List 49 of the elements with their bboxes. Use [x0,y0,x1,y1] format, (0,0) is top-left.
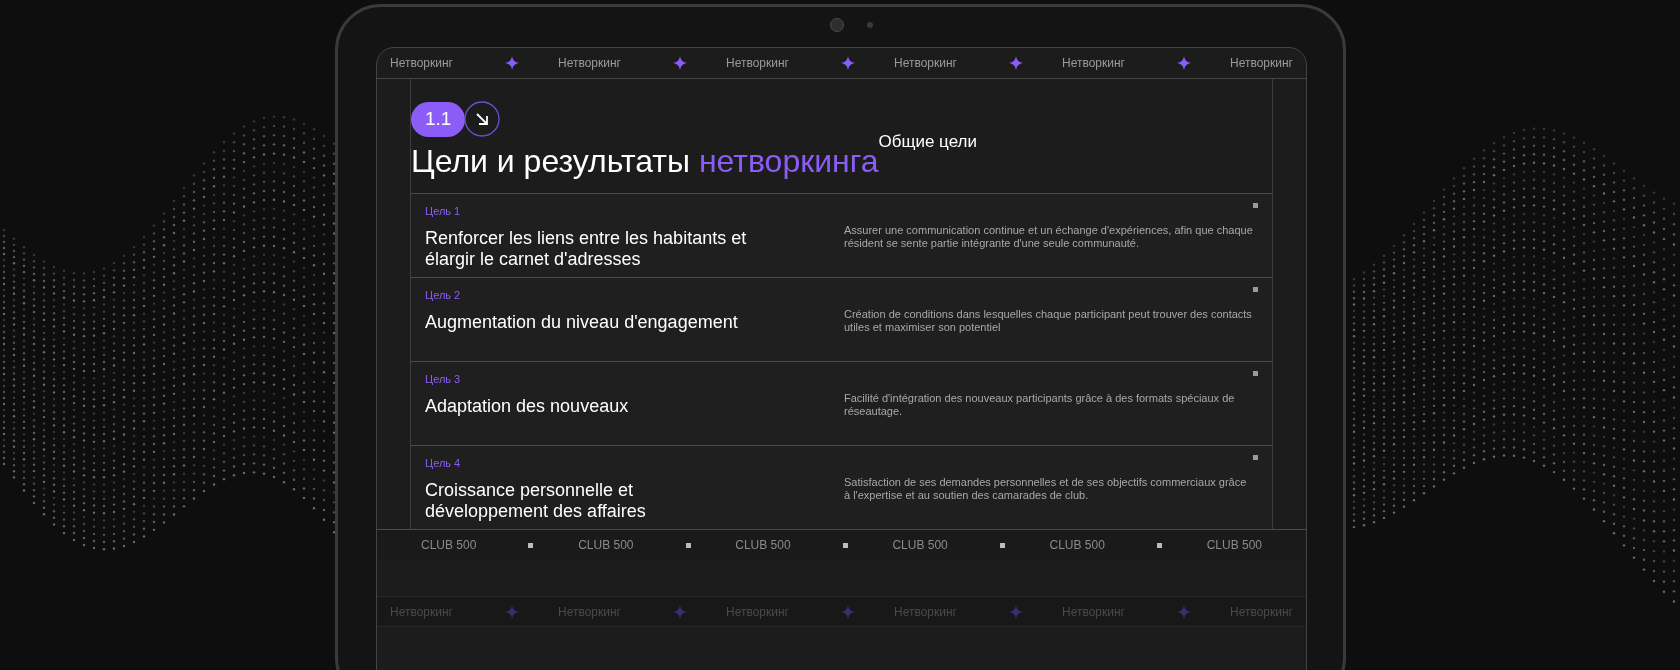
sparkle-icon [1177,604,1191,619]
sparkle-icon [673,56,687,70]
sparkle-icon [1177,56,1191,70]
marquee-text: Нетворкинг [558,55,621,72]
marquee-text: Нетворкинг [894,55,957,72]
goal-description: Facilité d'intégration des nouveaux participants grâce à des formats spéciaux de réseautage. [844,392,1236,419]
square-marker-icon [528,542,534,548]
goal-label: Цель 1 [425,204,462,219]
square-marker-icon [1253,203,1258,208]
section-title: Цели и результаты нетворкинга [411,142,879,181]
square-marker-icon [999,542,1005,548]
club-text: CLUB 500 [1049,537,1105,554]
marquee-text: Нетворкинг [1230,55,1293,72]
camera-icon [830,18,844,32]
goal-label: Цель 3 [425,372,462,387]
club-text: CLUB 500 [892,537,948,554]
sparkle-icon [505,604,519,619]
sparkle-icon [841,56,855,70]
square-marker-icon [1156,542,1162,548]
goal-description: Création de conditions dans lesquelles chaque participant peut trouver des contacts utiles et maximiser son potentiel [844,308,1253,335]
arrow-down-right-icon [464,101,501,137]
section-number-badge: 1.1 [411,101,466,137]
goal-label: Цель 4 [425,456,462,471]
square-marker-icon [685,542,691,548]
sparkle-icon [841,604,855,619]
sensor-icon [867,22,873,28]
sparkle-icon [673,604,687,619]
club-text: CLUB 500 [1206,537,1262,554]
marquee-text: Нетворкинг [390,55,453,72]
square-marker-icon [1253,455,1258,460]
goal-title: Augmentation du niveau d'engagement [425,311,739,333]
sparkle-icon [1009,56,1023,70]
sparkle-icon [505,56,519,70]
marquee-text: Нетворкинг [726,55,789,72]
goal-title: Renforcer les liens entre les habitants et élargir le carnet d'adresses [425,227,748,270]
square-marker-icon [842,542,848,548]
goal-description: Satisfaction de ses demandes personnelles et de ses objectifs commerciaux grâce à l'expertise et au soutien des camarades de club. [844,476,1248,503]
goal-title: Adaptation des nouveaux [425,395,630,417]
square-marker-icon [1253,371,1258,376]
section-subtitle: Общие цели [878,131,977,153]
club-text: CLUB 500 [421,537,477,554]
goal-title: Croissance personnelle et développement des affaires [425,479,647,522]
marquee-text: Нетворкинг [1062,55,1125,72]
club-text: CLUB 500 [578,537,634,554]
goal-label: Цель 2 [425,288,462,303]
square-marker-icon [1253,287,1258,292]
sparkle-icon [1009,604,1023,619]
club-text: CLUB 500 [735,537,791,554]
goal-description: Assurer une communication continue et un échange d'expériences, afin que chaque résident se sente partie intégrante d'une seule communauté. [844,224,1254,251]
